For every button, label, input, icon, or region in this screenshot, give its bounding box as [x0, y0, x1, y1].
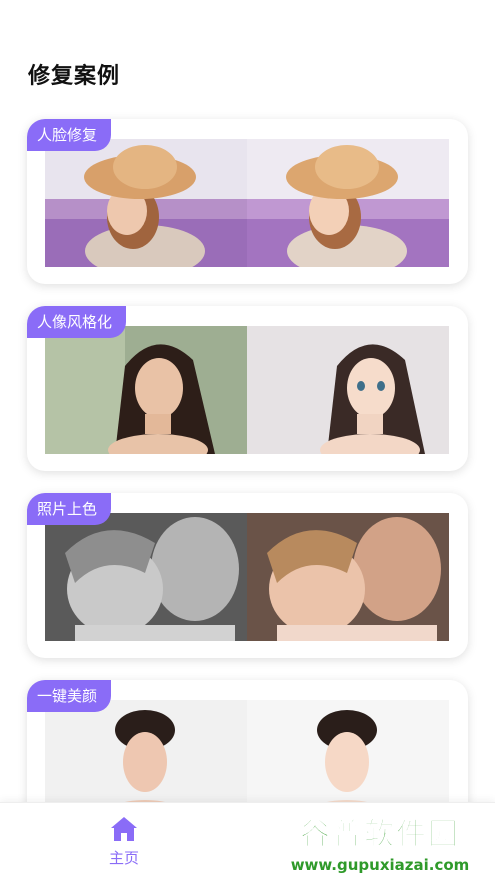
case-tag: 一键美颜	[27, 680, 112, 712]
after-photo	[247, 513, 449, 641]
after-photo	[247, 326, 449, 454]
tab-home[interactable]: 主页	[88, 815, 160, 871]
watermark-brand: 谷普软件园	[300, 817, 460, 852]
page-title: 修复案例	[28, 64, 121, 89]
case-tag: 人像风格化	[27, 306, 127, 338]
tab-home-label: 主页	[108, 849, 139, 867]
home-icon	[111, 817, 137, 841]
watermark-url: www.gupuxiazai.com	[291, 856, 470, 874]
case-card-portrait-style[interactable]: 人像风格化	[27, 306, 468, 471]
case-card-colorize[interactable]: 照片上色	[27, 493, 468, 658]
after-photo	[247, 139, 449, 267]
before-photo	[45, 139, 247, 267]
watermark-logo: 谷普软件园 www.gupuxiazai.com	[268, 808, 492, 878]
case-card-face-repair[interactable]: 人脸修复	[27, 119, 468, 284]
case-tag: 人脸修复	[27, 119, 112, 151]
before-photo	[45, 513, 247, 641]
case-tag: 照片上色	[27, 493, 112, 525]
before-photo	[45, 326, 247, 454]
